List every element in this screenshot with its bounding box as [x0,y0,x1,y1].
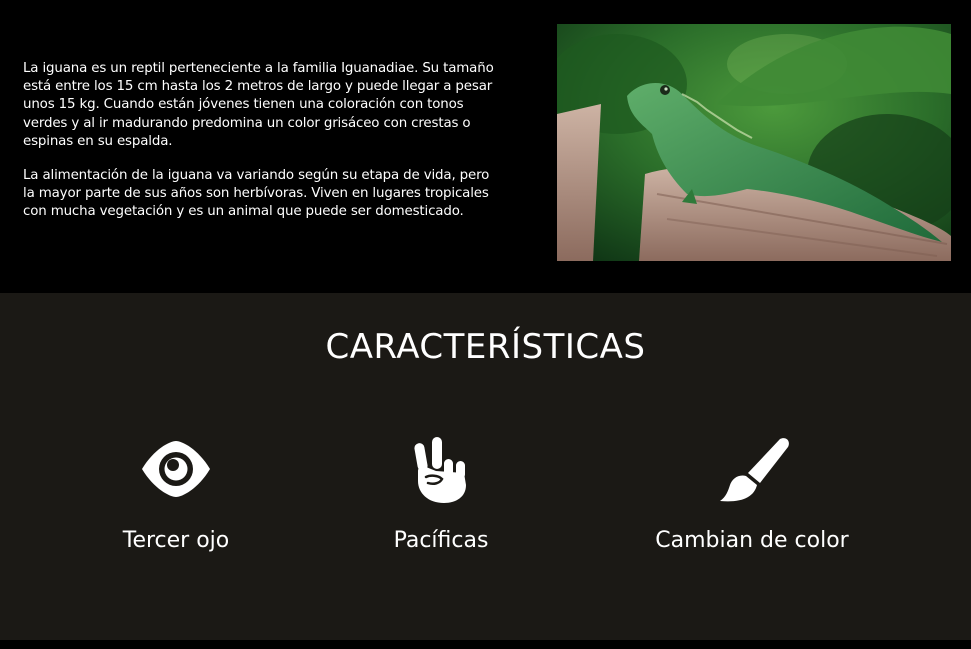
feature-label-tercer-ojo: Tercer ojo [122,528,230,553]
feature-label-cambian-color: Cambian de color [655,528,849,553]
features-section: CARACTERÍSTICAS Tercer ojo Pacíficas Cam… [0,293,971,640]
intro-paragraph-1: La iguana es un reptil perteneciente a l… [23,61,494,149]
intro-text: La iguana es un reptil perteneciente a l… [23,60,503,238]
eye-icon [140,441,212,501]
peace-hand-icon [414,437,468,507]
bottom-strip [0,640,971,649]
intro-paragraph-2: La alimentación de la iguana va variando… [23,168,490,220]
intro-section: La iguana es un reptil perteneciente a l… [0,0,971,293]
feature-label-pacificas: Pacíficas [393,528,489,553]
features-title: CARACTERÍSTICAS [325,327,646,367]
paintbrush-icon [720,437,790,507]
iguana-photo [557,24,951,261]
